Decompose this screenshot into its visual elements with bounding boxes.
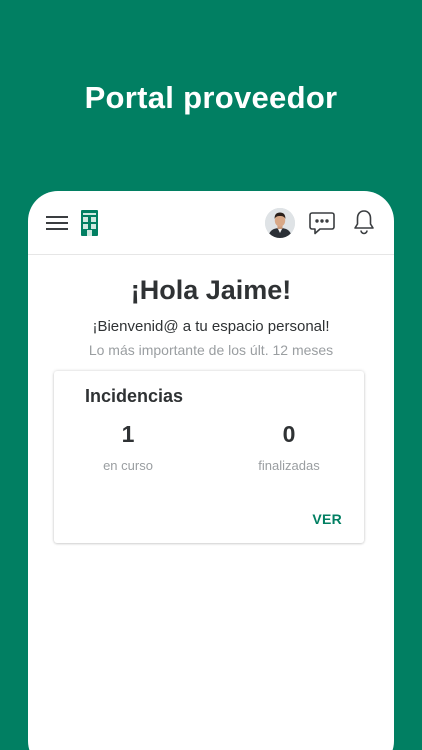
- stat-label: en curso: [103, 458, 153, 473]
- incidents-card: Incidencias 1 en curso 0 finalizadas VER: [54, 371, 364, 543]
- menu-icon[interactable]: [46, 215, 68, 231]
- welcome-text: ¡Bienvenid@ a tu espacio personal!: [92, 318, 330, 335]
- building-logo-icon[interactable]: [80, 209, 99, 237]
- avatar[interactable]: [265, 208, 295, 238]
- promo-title: Portal proveedor: [84, 80, 338, 115]
- stat-value: 1: [121, 421, 135, 447]
- view-incidents-button[interactable]: VER: [312, 511, 342, 527]
- chat-icon[interactable]: [309, 211, 335, 235]
- period-subtitle: Lo más importante de los últ. 12 meses: [88, 342, 334, 358]
- app-screen: ¡Hola Jaime! ¡Bienvenid@ a tu espacio pe…: [28, 191, 394, 750]
- stat-finished: 0 finalizadas: [229, 421, 349, 473]
- stat-label: finalizadas: [258, 458, 320, 473]
- stat-in-progress: 1 en curso: [68, 421, 188, 473]
- stat-value: 0: [282, 421, 296, 447]
- greeting-heading: ¡Hola Jaime!: [130, 275, 292, 305]
- incidents-card-title: Incidencias: [85, 386, 184, 406]
- app-topbar: [28, 191, 394, 255]
- bell-icon[interactable]: [353, 209, 375, 235]
